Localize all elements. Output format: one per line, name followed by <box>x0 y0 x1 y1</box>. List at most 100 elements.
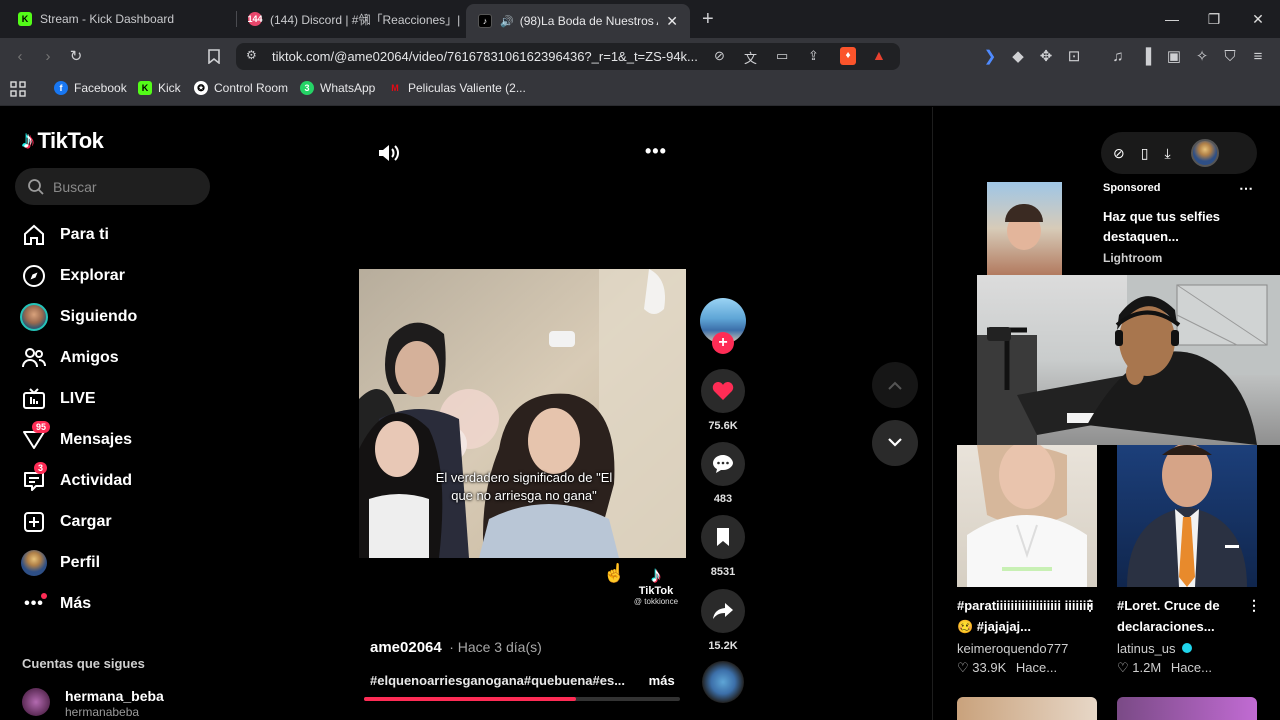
video-thumbnail[interactable] <box>957 697 1097 720</box>
audio-playing-icon[interactable]: 🔊 <box>500 15 514 28</box>
sidebar-item-label: Actividad <box>60 472 133 489</box>
close-window-button[interactable]: ✕ <box>1236 0 1280 38</box>
author-name[interactable]: ame02064 <box>370 639 442 656</box>
sidebar-item-live[interactable]: LIVE <box>20 384 96 414</box>
forward-icon[interactable]: › <box>38 46 58 66</box>
sidebar-item-para-ti[interactable]: Para ti <box>20 220 109 250</box>
tiktok-logo[interactable]: ♪ TikTok <box>22 127 104 155</box>
card-author[interactable]: keimeroquendo777 <box>957 641 1068 656</box>
sidebar-item-label: Mensajes <box>60 431 133 448</box>
wallet-icon[interactable]: ▣ <box>1164 46 1184 66</box>
sidebar-item-mas[interactable]: ••• Más <box>20 589 91 619</box>
no-signal-icon[interactable]: ⊘ <box>714 48 725 64</box>
next-video-button[interactable] <box>872 420 918 466</box>
new-tab-button[interactable]: + <box>702 8 714 31</box>
sidebar-item-amigos[interactable]: Amigos <box>20 343 119 373</box>
comment-button[interactable]: 483 <box>700 442 746 505</box>
sound-disc-button[interactable] <box>700 661 746 703</box>
hashtags-text[interactable]: #elquenoarriesganogana#quebuena#es... <box>370 673 625 688</box>
video-thumbnail[interactable] <box>1117 697 1257 720</box>
bookmark-icon[interactable] <box>204 46 224 66</box>
sponsored-card[interactable]: Sponsored ⋯ Haz que tus selfies destaque… <box>957 180 1257 275</box>
site-settings-icon[interactable]: ⚙ <box>246 48 257 62</box>
card-author-row[interactable]: latinus_us <box>1117 641 1193 656</box>
close-tab-icon[interactable]: ✕ <box>666 13 678 30</box>
vpn-shield-icon[interactable]: ⛉ <box>1220 46 1240 66</box>
extensions-puzzle-icon[interactable]: ✥ <box>1036 46 1056 66</box>
peliculas-icon: M <box>391 83 399 93</box>
sidebar-item-cargar[interactable]: Cargar <box>20 507 112 537</box>
video-options-icon[interactable]: ••• <box>645 141 667 162</box>
music-icon[interactable]: ♫ <box>1108 46 1128 66</box>
previous-video-button[interactable] <box>872 362 918 408</box>
translate-icon[interactable]: 文 <box>744 48 757 67</box>
share-icon[interactable]: ⇪ <box>808 48 819 64</box>
heart-outline-icon: ♡ <box>1117 660 1129 675</box>
menu-icon[interactable]: ≡ <box>1248 46 1268 66</box>
sidebar-item-siguiendo[interactable]: Siguiendo <box>20 302 137 332</box>
progress-fill <box>364 697 576 701</box>
sidebar-item-mensajes[interactable]: 95 Mensajes <box>20 421 133 455</box>
chevron-down-icon <box>888 438 902 447</box>
volume-icon[interactable] <box>378 143 400 168</box>
maximize-button[interactable]: ❐ <box>1192 0 1236 38</box>
search-input[interactable]: Buscar <box>15 168 210 205</box>
user-avatar[interactable] <box>1190 139 1219 167</box>
sidebar-toggle-icon[interactable]: ▐ <box>1136 46 1156 66</box>
card-title[interactable]: #Loret. Cruce de declaraciones... <box>1117 595 1247 637</box>
video-thumbnail[interactable] <box>957 445 1097 587</box>
more-link[interactable]: más <box>649 673 675 688</box>
card-author: latinus_us <box>1117 641 1176 656</box>
card-options-icon[interactable]: ⋮ <box>1083 597 1097 614</box>
sidebar-item-perfil[interactable]: Perfil <box>20 548 100 578</box>
discord-icon: 144 <box>247 12 263 26</box>
bookmark-whatsapp[interactable]: 3 WhatsApp <box>300 81 375 95</box>
share-button[interactable]: 15.2K <box>700 589 746 652</box>
card-title[interactable]: #paratiiiiiiiiiiiiiiiiii iiiiiiii 🥴 #jaj… <box>957 595 1097 637</box>
download-icon[interactable]: ⤓ <box>1164 145 1170 162</box>
bookmark-facebook[interactable]: f Facebook <box>54 81 127 95</box>
sidebar-item-actividad[interactable]: 3 Actividad <box>20 462 133 496</box>
like-button[interactable]: 75.6K <box>700 369 746 432</box>
mobile-icon[interactable]: ▯ <box>1141 145 1149 162</box>
follow-plus-icon[interactable]: + <box>712 332 734 354</box>
video-frame-image <box>359 269 686 558</box>
progress-track[interactable] <box>364 697 680 701</box>
tiktok-watermark: ♪ TikTok @ tokkionce <box>628 564 684 607</box>
home-icon <box>20 221 48 249</box>
brave-rewards-icon[interactable]: ▲ <box>872 47 886 63</box>
screenshot-icon[interactable]: ⊡ <box>1064 46 1084 66</box>
apps-grid-icon[interactable] <box>10 81 26 97</box>
watermark-handle: @ tokkionce <box>633 597 679 606</box>
tab-discord[interactable]: 144 (144) Discord | #㋿「Reacciones」| B <box>236 0 464 38</box>
card-options-icon[interactable]: ⋮ <box>1247 597 1261 614</box>
following-account[interactable]: hermana_beba hermanabeba <box>22 688 222 720</box>
address-toolbar: ‹ › ↻ ⚙ tiktok.com/@ame02064/video/76167… <box>0 38 1280 74</box>
video-player[interactable]: El verdadero significado de "El que no a… <box>359 269 686 558</box>
bookmark-icon <box>701 515 745 559</box>
bookmark-control-room[interactable]: ✪ Control Room <box>194 81 288 95</box>
sidebar-item-label: LIVE <box>60 390 96 407</box>
minimize-button[interactable]: — <box>1150 0 1194 38</box>
hand-cursor-icon: ☝ <box>603 563 626 583</box>
sponsored-options-icon[interactable]: ⋯ <box>1239 180 1253 197</box>
bookmark-peliculas[interactable]: M Peliculas Valiente (2... <box>388 81 526 95</box>
sidebar-item-explorar[interactable]: Explorar <box>20 261 125 291</box>
back-icon[interactable]: ‹ <box>10 46 30 66</box>
tab-kick[interactable]: K Stream - Kick Dashboard <box>6 0 238 38</box>
url-bar[interactable]: ⚙ tiktok.com/@ame02064/video/76167831061… <box>236 43 900 70</box>
compass-icon[interactable]: ⊘ <box>1113 145 1125 162</box>
bookmark-kick[interactable]: K Kick <box>138 81 181 95</box>
author-avatar-action[interactable]: + <box>700 298 746 354</box>
bookmark-label: Kick <box>158 81 181 95</box>
reload-icon[interactable]: ↻ <box>66 46 86 66</box>
leo-ai-icon[interactable]: ✧ <box>1192 46 1212 66</box>
cast-icon[interactable]: ▭ <box>776 48 788 64</box>
tab-tiktok-active[interactable]: ♪ 🔊 (98)La Boda de Nuestros Ami ✕ <box>466 4 690 38</box>
video-thumbnail[interactable] <box>1117 445 1257 587</box>
save-button[interactable]: 8531 <box>700 515 746 578</box>
url-text: tiktok.com/@ame02064/video/7616783106162… <box>272 49 698 64</box>
brave-shield-icon[interactable]: ♦ <box>840 47 856 65</box>
wallet-signal-icon[interactable]: ❯ <box>980 46 1000 66</box>
extension-diamond-icon[interactable]: ◆ <box>1008 46 1028 66</box>
